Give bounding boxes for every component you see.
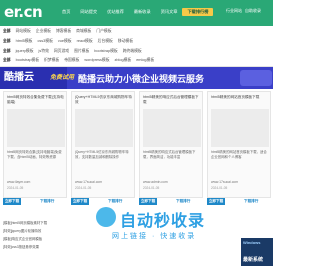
filter-row: 全部 网站模板 企业模板 博客模板 商城模板 门户模板 <box>3 29 112 34</box>
site-logo[interactable]: er.cn <box>4 3 43 21</box>
category-filters: 全部 网站模板 企业模板 博客模板 商城模板 门户模板 全部 html5模板 c… <box>0 26 273 67</box>
filter-item[interactable]: 移动模板 <box>118 39 133 44</box>
card-site: www.17sucai.com <box>211 180 239 184</box>
corner-ad[interactable]: Windows 最新系统 <box>241 238 273 266</box>
filter-item[interactable]: bootstrap模板 <box>94 49 117 54</box>
card-thumbnail[interactable] <box>211 109 269 147</box>
filter-item[interactable]: 博客模板 <box>56 29 71 34</box>
card-title[interactable]: jQuery+HTML5仿京东商城购物车特效 <box>75 95 133 105</box>
card-thumbnail[interactable] <box>75 109 133 147</box>
card-title[interactable]: html5网页特效合集免费下载(支持电脑端) <box>7 95 65 105</box>
template-card[interactable]: jQuery+HTML5仿京东商城购物车特效 jQuery+HTML5仿京东商城… <box>71 91 135 198</box>
filter-row: 全部 bootstrap模板 织梦模板 帝国模板 wordpress模板 zbl… <box>3 58 154 63</box>
download-button[interactable]: 立即下载 <box>207 198 225 205</box>
card-date: 2024-01-05 <box>7 186 24 190</box>
filter-row: 全部 html5模板 css3模板 vue模板 react模板 后台模板 移动模… <box>3 39 133 44</box>
card-description: html5精美的响应式后台管理模板下载，界面简洁，功能丰富 <box>143 150 196 159</box>
filter-item[interactable]: 图片模板 <box>74 49 89 54</box>
list-item[interactable]: [特效]jquery图片轮播特效 <box>3 228 41 233</box>
card-site: www.ilayer.com <box>7 180 31 184</box>
card-date: 2024-01-05 <box>75 186 92 190</box>
card-description: jQuery+HTML5仿京东商城购物车特效，支持数量加减和删除操作 <box>75 150 129 159</box>
card-thumbnail[interactable] <box>143 109 201 147</box>
filter-item[interactable]: 网站模板 <box>16 29 31 34</box>
rank-link[interactable]: 下载排行 <box>40 199 54 204</box>
banner-tag: 免费试用 <box>50 75 75 81</box>
nav-item-articles[interactable]: 资讯文章 <box>156 8 183 16</box>
nav-item-downloads[interactable]: 下载排行榜 <box>182 8 214 16</box>
watermark: 自动秒收录 网上链接 · 快速收录 <box>96 207 232 257</box>
top-right-links: 行业网站 自助收录 <box>226 8 261 14</box>
filter-item[interactable]: css3模板 <box>37 39 52 44</box>
filter-item[interactable]: 全部 <box>3 39 11 44</box>
download-button[interactable]: 立即下载 <box>71 198 89 205</box>
card-site: www.admin.com <box>143 180 168 184</box>
watermark-subtitle: 网上链接 · 快速收录 <box>112 233 197 240</box>
filter-item[interactable]: 企业模板 <box>36 29 51 34</box>
card-title[interactable]: html5精美的网站首页模板下载 <box>211 95 269 105</box>
industry-link[interactable]: 行业网站 <box>226 8 242 14</box>
banner-title: 酷播云助力小微企业视频云服务 <box>78 74 205 84</box>
ad-banner[interactable]: 酷播云 免费试用 酷播云助力小微企业视频云服务 <box>0 67 273 89</box>
filter-item[interactable]: js特效 <box>39 49 49 54</box>
filter-item[interactable]: 网页游戏 <box>54 49 69 54</box>
filter-item[interactable]: emlog模板 <box>136 58 154 63</box>
filter-item[interactable]: 织梦模板 <box>44 58 59 63</box>
template-card[interactable]: html5网页特效合集免费下载(支持电脑端) html5网页特效合集(支持电脑端… <box>3 91 67 198</box>
rank-link[interactable]: 下载排行 <box>176 199 190 204</box>
main-nav: 首页 网站提交 优站推荐 最新收录 资讯文章 下载排行榜 <box>57 8 214 16</box>
filter-item[interactable]: zblog模板 <box>115 58 132 63</box>
filter-item[interactable]: 帝国模板 <box>64 58 79 63</box>
filter-item[interactable]: 全部 <box>3 49 11 54</box>
template-card[interactable]: html5精美的响应式后台管理模板下载 html5精美的响应式后台管理模板下载，… <box>139 91 203 198</box>
rank-link[interactable]: 下载排行 <box>244 199 258 204</box>
banner-decoration <box>240 70 272 86</box>
filter-row: 全部 jquery模板 js特效 网页游戏 图片模板 bootstrap模板 跨… <box>3 49 142 54</box>
list-item[interactable]: [模板]响应式企业官网模板 <box>3 236 42 241</box>
filter-item[interactable]: 全部 <box>3 58 11 63</box>
card-date: 2024-01-05 <box>211 186 228 190</box>
card-date: 2024-01-05 <box>143 186 160 190</box>
nav-item-recommend[interactable]: 优站推荐 <box>102 8 129 16</box>
template-card[interactable]: html5精美的网站首页模板下载 html5精美的网站首页模板下载，适合企业官网… <box>207 91 271 198</box>
rank-link[interactable]: 下载排行 <box>108 199 122 204</box>
nav-item-latest[interactable]: 最新收录 <box>129 8 156 16</box>
list-item[interactable]: [模板]html5网页模板素材下载 <box>3 220 47 225</box>
filter-item[interactable]: 商城模板 <box>76 29 91 34</box>
top-bar: er.cn 首页 网站提交 优站推荐 最新收录 资讯文章 下载排行榜 行业网站 … <box>0 0 273 26</box>
filter-item[interactable]: react模板 <box>77 39 93 44</box>
watermark-logo-icon <box>96 207 116 227</box>
download-button[interactable]: 立即下载 <box>139 198 157 205</box>
watermark-title: 自动秒收录 <box>120 213 206 230</box>
filter-item[interactable]: wordpress模板 <box>84 58 109 63</box>
nav-item-home[interactable]: 首页 <box>57 8 75 16</box>
filter-item[interactable]: 全部 <box>3 29 11 34</box>
filter-item[interactable]: bootstrap模板 <box>16 58 39 63</box>
filter-item[interactable]: 跨终端模板 <box>123 49 142 54</box>
corner-ad-top: Windows <box>243 240 261 245</box>
card-description: html5网页特效合集(支持电脑端)免费下载，含html5动画、特效等资源 <box>7 150 62 159</box>
card-description: html5精美的网站首页模板下载，适合企业官网和个人博客 <box>211 150 267 159</box>
filter-item[interactable]: 门户模板 <box>96 29 111 34</box>
filter-item[interactable]: html5模板 <box>16 39 33 44</box>
filter-item[interactable]: jquery模板 <box>16 49 34 54</box>
card-title[interactable]: html5精美的响应式后台管理模板下载 <box>143 95 201 105</box>
list-item[interactable]: [特效]css3按钮悬停效果 <box>3 244 39 249</box>
card-thumbnail[interactable] <box>7 109 65 147</box>
card-site: www.17sucai.com <box>75 180 103 184</box>
filter-item[interactable]: vue模板 <box>58 39 72 44</box>
nav-item-submit[interactable]: 网站提交 <box>75 8 102 16</box>
filter-item[interactable]: 后台模板 <box>98 39 113 44</box>
download-button[interactable]: 立即下载 <box>3 198 21 205</box>
self-submit-link[interactable]: 自助收录 <box>245 8 261 14</box>
corner-ad-bottom: 最新系统 <box>243 257 264 263</box>
